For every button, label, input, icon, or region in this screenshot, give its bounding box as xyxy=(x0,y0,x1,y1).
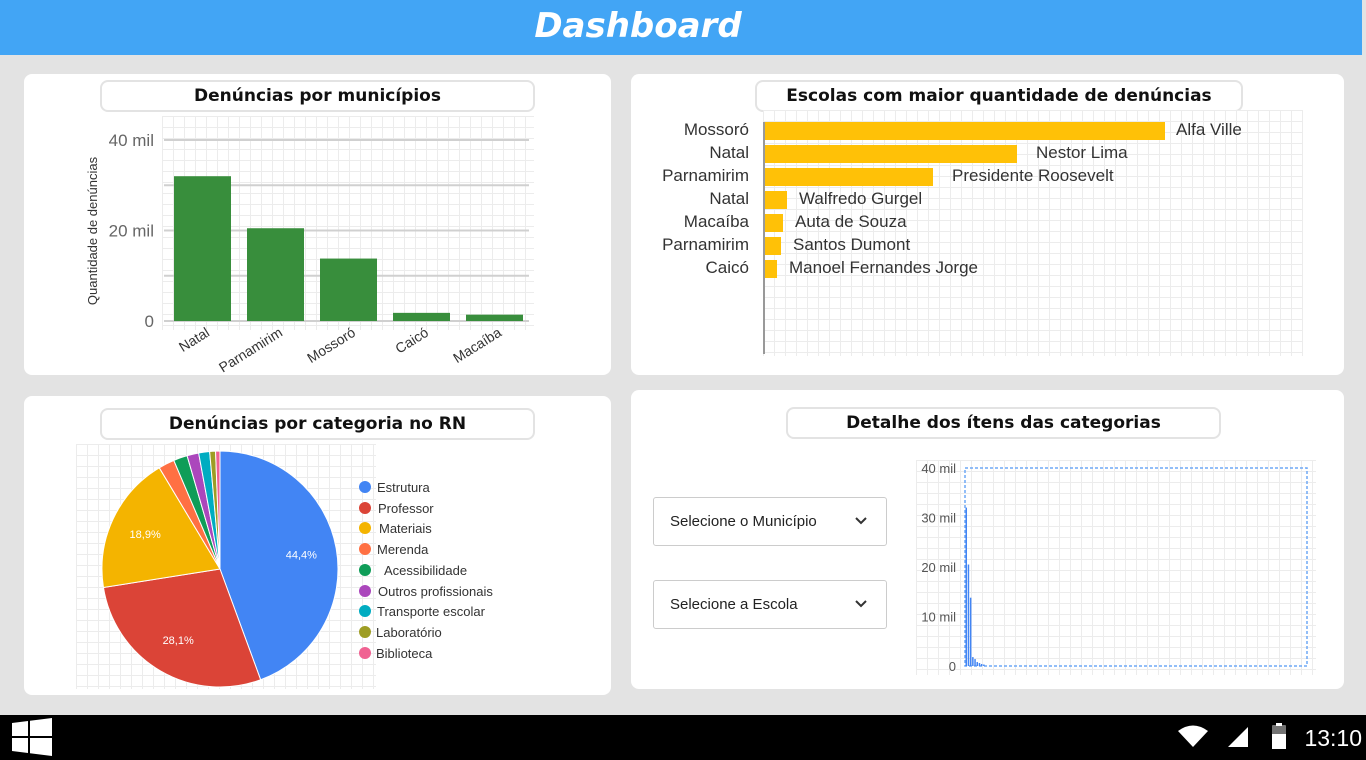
legend-swatch xyxy=(359,543,371,556)
legend-swatch xyxy=(359,563,371,576)
bar-macaíba[interactable] xyxy=(466,314,523,321)
school-bar[interactable] xyxy=(765,237,781,255)
detalhe-bar-chart: 0 10 mil 20 mil 30 mil 40 mil xyxy=(921,461,1308,674)
y-tick-label: 40 mil xyxy=(109,131,154,150)
plot-frame xyxy=(964,467,1308,667)
legend-item[interactable]: Materiais xyxy=(379,521,432,536)
legend-item[interactable]: Laboratório xyxy=(376,625,442,640)
school-name-label: Alfa Ville xyxy=(1176,120,1242,139)
detalhe-card: Detalhe dos ítens das categorias Selecio… xyxy=(631,390,1344,689)
school-bar[interactable] xyxy=(765,191,787,209)
legend-swatch xyxy=(359,646,371,659)
legend-item[interactable]: Professor xyxy=(378,501,434,516)
detail-bar[interactable] xyxy=(972,657,974,666)
legend-item[interactable]: Acessibilidade xyxy=(384,563,467,578)
legend-swatch xyxy=(359,584,371,597)
detail-bar[interactable] xyxy=(965,507,968,666)
legend-item[interactable]: Biblioteca xyxy=(376,646,432,661)
school-name-label: Santos Dumont xyxy=(793,235,911,254)
legend-item[interactable]: Merenda xyxy=(377,542,428,557)
school-name-label: Walfredo Gurgel xyxy=(799,189,923,208)
x-tick-label: Macaíba xyxy=(450,324,504,366)
detail-bar[interactable] xyxy=(980,664,983,666)
bar-mossoró[interactable] xyxy=(320,258,377,321)
school-name-label: Presidente Roosevelt xyxy=(952,166,1114,185)
battery-icon[interactable] xyxy=(1272,723,1286,749)
categoria-card: Denúncias por categoria no RN 44,4% 28,1%… xyxy=(24,396,611,695)
school-bar[interactable] xyxy=(765,168,933,186)
windows-logo-icon[interactable] xyxy=(12,717,52,757)
detail-bar[interactable] xyxy=(978,663,981,666)
pie-slice-label: 18,9% xyxy=(130,529,161,541)
system-clock[interactable]: 13:10 xyxy=(1304,725,1362,752)
school-bar[interactable] xyxy=(765,214,783,232)
pie-slice-label: 28,1% xyxy=(163,635,194,647)
legend-swatch xyxy=(359,625,371,638)
taskbar: 13:10 xyxy=(0,715,1366,760)
x-tick-label: Caicó xyxy=(392,324,431,357)
y-tick-label: 40 mil xyxy=(921,461,956,476)
x-tick-label: Mossoró xyxy=(304,324,358,366)
detail-bar[interactable] xyxy=(983,664,985,666)
row-municipio-label: Natal xyxy=(709,189,749,208)
wifi-icon[interactable] xyxy=(1177,725,1209,749)
bar-natal[interactable] xyxy=(174,176,231,321)
row-municipio-label: Macaíba xyxy=(683,212,749,231)
row-municipio-label: Parnamirim xyxy=(662,166,749,185)
cell-signal-icon[interactable] xyxy=(1226,725,1250,749)
escolas-card: Escolas com maior quantidade de denúncia… xyxy=(631,74,1344,375)
y-tick-label: 0 xyxy=(145,312,154,331)
header-bar: Dashboard xyxy=(0,0,1362,55)
row-municipio-label: Caicó xyxy=(705,258,749,277)
legend-item[interactable]: Transporte escolar xyxy=(377,604,485,619)
detail-bar[interactable] xyxy=(967,564,970,666)
legend-item[interactable]: Estrutura xyxy=(377,480,430,495)
y-tick-label: 0 xyxy=(949,659,956,674)
municipios-card: Denúncias por municípios 0 20 mil 40 mil Qu… xyxy=(24,74,611,375)
legend-item[interactable]: Outros profissionais xyxy=(378,584,493,599)
school-name-label: Auta de Souza xyxy=(795,212,907,231)
x-tick-label: Parnamirim xyxy=(216,324,285,375)
school-bar[interactable] xyxy=(765,260,777,278)
y-axis-label: Quantidade de denúncias xyxy=(85,156,100,305)
legend-swatch xyxy=(359,501,371,514)
detail-bar[interactable] xyxy=(974,659,976,666)
row-municipio-label: Mossoró xyxy=(683,120,749,139)
legend-swatch xyxy=(359,481,371,493)
school-bar[interactable] xyxy=(765,122,1165,140)
bar-parnamirim[interactable] xyxy=(247,228,304,321)
school-name-label: Nestor Lima xyxy=(1036,143,1128,162)
categoria-pie-chart: 44,4% 28,1% 18,9% xyxy=(101,450,339,688)
page-title: Dashboard xyxy=(534,6,742,46)
row-municipio-label: Natal xyxy=(709,143,749,162)
detail-bar[interactable] xyxy=(976,662,979,666)
y-tick-label: 20 mil xyxy=(921,560,956,575)
school-bar[interactable] xyxy=(765,145,1017,163)
pie-slice-label: 44,4% xyxy=(286,550,317,562)
y-tick-label: 30 mil xyxy=(921,511,956,526)
row-municipio-label: Parnamirim xyxy=(662,235,749,254)
bar-caicó[interactable] xyxy=(393,312,450,321)
municipios-bar-chart: 0 20 mil 40 mil Quantidade de denúncias Nata… xyxy=(85,131,529,375)
detail-bar[interactable] xyxy=(969,597,972,666)
y-tick-label: 20 mil xyxy=(109,222,154,241)
x-tick-label: Natal xyxy=(176,324,212,355)
y-tick-label: 10 mil xyxy=(921,610,956,625)
school-name-label: Manoel Fernandes Jorge xyxy=(789,258,979,277)
